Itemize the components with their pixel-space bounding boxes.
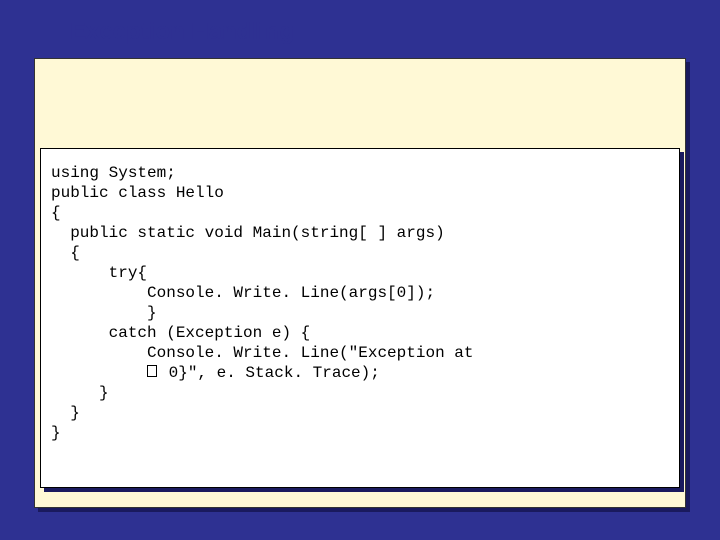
code-line: public static void Main(string[ ] args) (51, 224, 445, 242)
code-line: Console. Write. Line(args[0]); (51, 284, 435, 302)
code-line: public class Hello (51, 184, 224, 202)
code-line: Console. Write. Line("Exception at (51, 344, 473, 362)
unknown-char-icon (147, 365, 157, 377)
code-line: } (51, 404, 80, 422)
code-line: } (51, 304, 157, 322)
code-panel: using System; public class Hello { publi… (40, 148, 680, 488)
code-line: { (51, 204, 61, 222)
code-line: { (51, 244, 80, 262)
code-line: } (51, 384, 109, 402)
slide-title: Exception Handling (70, 18, 294, 46)
code-line-indent (51, 364, 147, 382)
code-line: } (51, 424, 61, 442)
code-block: using System; public class Hello { publi… (51, 163, 669, 443)
code-line-tail: 0}", e. Stack. Trace); (159, 364, 380, 382)
code-line: using System; (51, 164, 176, 182)
code-line: try{ (51, 264, 147, 282)
code-line: catch (Exception e) { (51, 324, 310, 342)
